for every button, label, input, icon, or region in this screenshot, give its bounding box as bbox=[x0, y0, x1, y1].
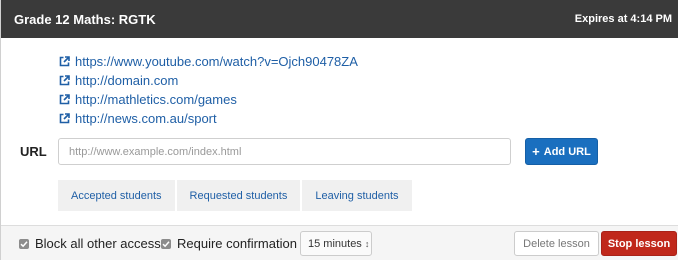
select-arrows-icon: ↕ bbox=[364, 238, 370, 249]
stop-lesson-button[interactable]: Stop lesson bbox=[601, 231, 677, 256]
checkbox-checked-icon bbox=[19, 238, 29, 249]
tab-requested-students[interactable]: Requested students bbox=[176, 180, 301, 211]
require-confirmation-checkbox[interactable]: Require confirmation bbox=[161, 236, 297, 251]
url-list: https://www.youtube.com/watch?v=Ojch9047… bbox=[59, 52, 358, 128]
duration-selected-value: 15 minutes bbox=[308, 237, 362, 250]
url-link-text: http://mathletics.com/games bbox=[75, 92, 237, 107]
url-link-text: http://domain.com bbox=[75, 73, 179, 88]
url-link-mathletics[interactable]: http://mathletics.com/games bbox=[59, 90, 358, 109]
checkbox-checked-icon bbox=[161, 238, 171, 249]
require-confirmation-label: Require confirmation bbox=[177, 236, 297, 251]
duration-select[interactable]: 15 minutes ↕ bbox=[300, 231, 372, 256]
expires-label: Expires at 4:14 PM bbox=[574, 13, 672, 25]
url-input[interactable] bbox=[58, 138, 511, 165]
delete-lesson-button[interactable]: Delete lesson bbox=[514, 231, 599, 256]
external-link-icon bbox=[59, 75, 70, 86]
tab-leaving-students[interactable]: Leaving students bbox=[302, 180, 412, 211]
url-link-news[interactable]: http://news.com.au/sport bbox=[59, 109, 358, 128]
lesson-panel: Grade 12 Maths: RGTK Expires at 4:14 PM … bbox=[0, 0, 678, 260]
url-field-label: URL bbox=[20, 144, 47, 159]
tab-accepted-students[interactable]: Accepted students bbox=[58, 180, 175, 211]
external-link-icon bbox=[59, 94, 70, 105]
add-url-button-label: Add URL bbox=[543, 145, 591, 158]
url-link-text: http://news.com.au/sport bbox=[75, 111, 217, 126]
url-link-text: https://www.youtube.com/watch?v=Ojch9047… bbox=[75, 54, 358, 69]
external-link-icon bbox=[59, 56, 70, 67]
plus-icon: + bbox=[532, 144, 540, 159]
url-link-youtube[interactable]: https://www.youtube.com/watch?v=Ojch9047… bbox=[59, 52, 358, 71]
block-access-label: Block all other access bbox=[35, 236, 161, 251]
lesson-header: Grade 12 Maths: RGTK Expires at 4:14 PM bbox=[1, 0, 678, 38]
url-link-domain[interactable]: http://domain.com bbox=[59, 71, 358, 90]
student-tabs: Accepted students Requested students Lea… bbox=[58, 180, 412, 211]
lesson-footer: Block all other access Require confirmat… bbox=[1, 225, 678, 260]
add-url-button[interactable]: + Add URL bbox=[525, 138, 598, 165]
lesson-title: Grade 12 Maths: RGTK bbox=[14, 11, 156, 27]
add-url-form: URL + Add URL bbox=[1, 138, 678, 168]
block-access-checkbox[interactable]: Block all other access bbox=[19, 236, 161, 251]
external-link-icon bbox=[59, 113, 70, 124]
